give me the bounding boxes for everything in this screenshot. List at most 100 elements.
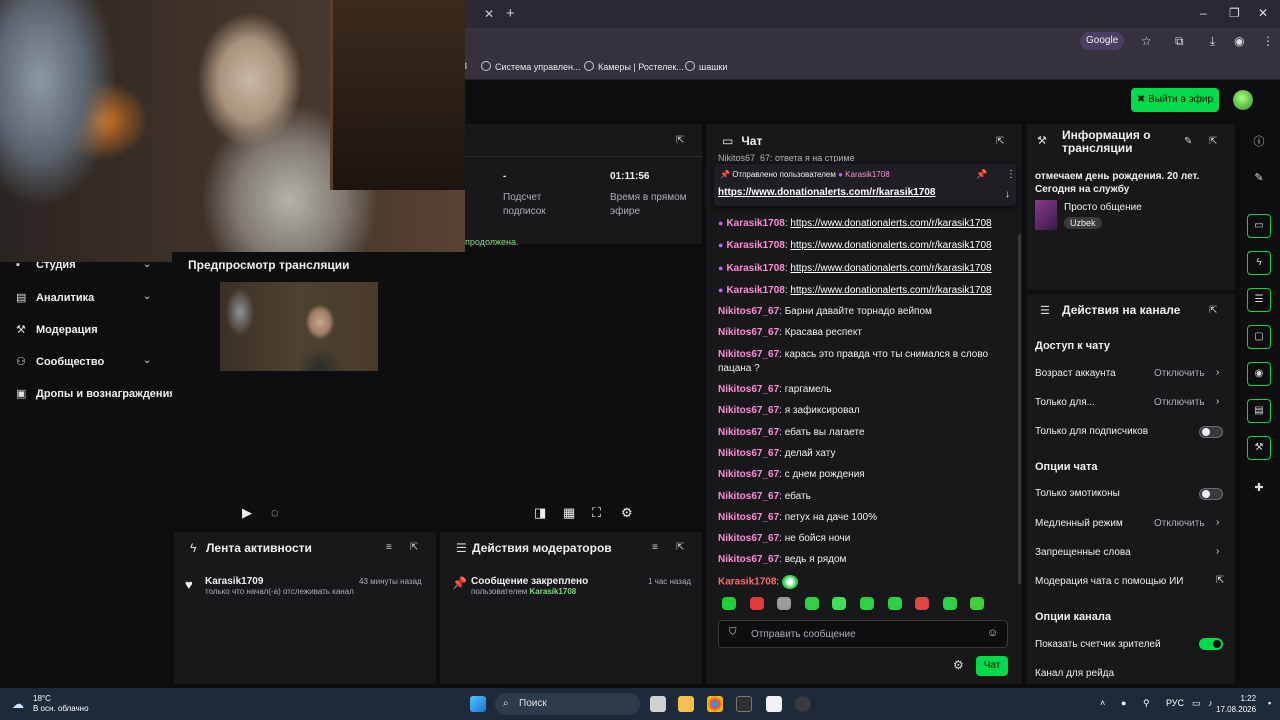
chevron-down-icon[interactable]: ⌄ <box>143 355 151 366</box>
volume-icon[interactable]: ♪ <box>1208 698 1213 708</box>
chat-send-button[interactable]: Чат <box>976 656 1008 676</box>
fullscreen-icon[interactable]: ⛶ <box>592 505 601 521</box>
rail-wrench-button[interactable]: ⚒ <box>1247 436 1271 460</box>
add-panel-icon[interactable]: ✚ <box>1247 476 1271 500</box>
nav-item-community[interactable]: ⚇ Сообщество <box>16 355 104 368</box>
emote-icon[interactable] <box>887 597 902 610</box>
chat-username[interactable]: Nikitos67_67 <box>718 349 779 360</box>
close-window-icon[interactable]: ✕ <box>1258 6 1268 20</box>
pinned-link[interactable]: https://www.donationalerts.com/r/karasik… <box>718 187 935 198</box>
nav-item-analytics[interactable]: ▤ Аналитика <box>16 291 94 304</box>
chevron-down-icon[interactable]: ⌄ <box>143 291 151 302</box>
bookmark-item[interactable]: Камеры | Ростелек... <box>584 61 684 72</box>
app-icon[interactable] <box>736 696 752 712</box>
pinned-by-user[interactable]: Karasik1708 <box>845 170 889 179</box>
popout-icon[interactable]: ⇱ <box>1209 305 1217 316</box>
emote-icon[interactable] <box>859 597 874 610</box>
chat-message[interactable]: Nikitos67_67: гаргамель <box>718 383 1014 397</box>
preview-video[interactable] <box>220 282 378 371</box>
nav-item-moderation[interactable]: ⚒ Модерация <box>16 323 98 336</box>
chat-message[interactable]: ● Karasik1708: https://www.donationalerts… <box>718 261 1014 276</box>
account-age-value[interactable]: Отключить <box>1154 368 1205 379</box>
new-tab-icon[interactable]: + <box>506 5 515 22</box>
weather-widget[interactable]: 18°C В осн. облачно <box>33 694 89 714</box>
chat-username[interactable]: Nikitos67_67 <box>718 427 779 438</box>
emote-icon[interactable] <box>942 597 957 610</box>
tray-app-icon[interactable]: ● <box>1121 698 1126 708</box>
tag-badge[interactable]: Uzbek <box>1064 217 1102 229</box>
banned-words-label[interactable]: Запрещенные слова <box>1035 547 1131 558</box>
minimize-icon[interactable]: – <box>1200 6 1207 20</box>
language-indicator[interactable]: РУС <box>1166 698 1184 708</box>
chat-message[interactable]: Nikitos67_67: ебать вы лагаете <box>718 426 1014 440</box>
expand-icon[interactable]: ↓ <box>1005 189 1010 200</box>
star-icon[interactable]: ☆ <box>1141 34 1152 48</box>
chat-username[interactable]: Nikitos67_67 <box>718 554 779 565</box>
store-icon[interactable] <box>766 696 782 712</box>
notification-icon[interactable]: ▪ <box>1268 698 1271 708</box>
chat-message[interactable]: Nikitos67_67: с днем рождения <box>718 468 1014 482</box>
mute-icon[interactable]: ◌ <box>271 505 279 520</box>
rail-broadcast-button[interactable]: ◉ <box>1247 362 1271 386</box>
clip-icon[interactable]: ▦ <box>563 505 575 521</box>
rail-list-button[interactable]: ☰ <box>1247 288 1271 312</box>
rail-layers-button[interactable]: ▤ <box>1247 399 1271 423</box>
profile-icon[interactable]: ◉ <box>1234 34 1244 48</box>
chat-message[interactable]: Nikitos67_67: карась это правда что ты с… <box>718 348 1014 376</box>
task-view-icon[interactable] <box>650 696 666 712</box>
obs-icon[interactable] <box>795 696 811 712</box>
filter-icon[interactable]: ≡ <box>652 542 658 553</box>
popout-icon[interactable]: ⇱ <box>676 135 684 146</box>
emote-icon[interactable] <box>777 597 792 610</box>
chat-input[interactable]: ⛉ Отправить сообщение ☺ <box>718 620 1008 648</box>
chat-username[interactable]: Nikitos67_67 <box>718 405 779 416</box>
start-icon[interactable] <box>470 696 486 712</box>
chat-username[interactable]: Karasik1708 <box>726 263 784 274</box>
chevron-up-icon[interactable]: ˄ <box>1100 698 1105 708</box>
account-age-label[interactable]: Возраст аккаунта <box>1035 368 1116 379</box>
chat-username[interactable]: Nikitos67_67 <box>718 306 779 317</box>
emote-icon[interactable] <box>722 597 736 610</box>
mod-event[interactable]: Сообщение закреплено пользователем Karas… <box>471 576 588 596</box>
edit-icon[interactable]: ✎ <box>1247 166 1271 190</box>
chat-message[interactable]: ● Karasik1708: https://www.donationalerts… <box>718 238 1014 253</box>
raid-label[interactable]: Канал для рейда <box>1035 668 1114 679</box>
chat-scrollbar[interactable] <box>1018 234 1021 584</box>
emoji-icon[interactable]: ☺ <box>987 627 998 639</box>
popout-icon[interactable]: ⇱ <box>1209 136 1217 147</box>
category-thumbnail[interactable] <box>1035 200 1057 230</box>
shield-icon[interactable]: ⛉ <box>729 627 737 638</box>
nav-item-drops[interactable]: ▣ Дропы и вознаграждения <box>16 387 176 400</box>
settings-icon[interactable]: ⚙ <box>621 505 633 521</box>
chat-link[interactable]: https://www.donationalerts.com/r/karasik… <box>790 285 991 296</box>
chevron-right-icon[interactable]: › <box>1216 396 1219 407</box>
chrome-icon[interactable] <box>707 696 723 712</box>
chat-username[interactable]: Nikitos67_67 <box>718 384 779 395</box>
viewer-count-toggle[interactable] <box>1199 638 1223 650</box>
chat-message[interactable]: Nikitos67_67: делай хату <box>718 447 1014 461</box>
popout-icon[interactable]: ⇱ <box>676 542 684 553</box>
bookmark-item[interactable]: Система управлен... <box>481 61 580 72</box>
download-icon[interactable]: ⤓ <box>1210 34 1215 49</box>
followers-only-label[interactable]: Только для... <box>1035 397 1095 408</box>
chat-username[interactable]: Nikitos67_67 <box>718 491 779 502</box>
chat-message[interactable]: Nikitos67_67: петух на даче 100% <box>718 511 1014 525</box>
rail-bolt-button[interactable]: ϟ <box>1247 251 1271 275</box>
chat-username[interactable]: Nikitos67_67 <box>718 533 779 544</box>
ai-mod-label[interactable]: Модерация чата с помощью ИИ <box>1035 576 1183 587</box>
chat-username[interactable]: Karasik1708 <box>726 285 784 296</box>
chat-username[interactable]: Nikitos67_67 <box>718 469 779 480</box>
chat-message[interactable]: Karasik1708: <box>718 574 1014 590</box>
rail-chat-button[interactable]: ▢ <box>1247 325 1271 349</box>
event-user[interactable]: Karasik1708 <box>530 587 577 596</box>
emote-icon[interactable] <box>804 597 819 610</box>
chevron-right-icon[interactable]: › <box>1216 546 1219 557</box>
chat-link[interactable]: https://www.donationalerts.com/r/karasik… <box>790 263 991 274</box>
edit-icon[interactable]: ✎ <box>1184 136 1192 147</box>
chevron-right-icon[interactable]: › <box>1216 367 1219 378</box>
pinned-message[interactable]: 📌 Отправлено пользователем ● Karasik1708… <box>714 164 1016 206</box>
chat-message[interactable]: Nikitos67_67: я зафиксировал <box>718 404 1014 418</box>
chat-username[interactable]: Nikitos67_67 <box>718 512 779 523</box>
chat-message[interactable]: Nikitos67_67: ведь я рядом <box>718 553 1014 567</box>
chevron-right-icon[interactable]: › <box>1216 517 1219 528</box>
